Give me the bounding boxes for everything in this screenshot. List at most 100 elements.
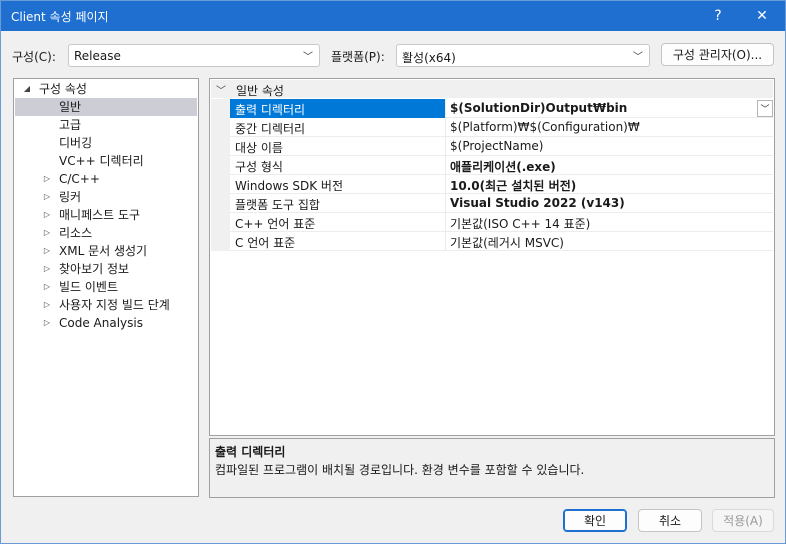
column-divider[interactable] — [445, 213, 446, 232]
tree-item-vc-directories[interactable]: VC++ 디렉터리 — [15, 152, 197, 170]
property-name: 대상 이름 — [235, 141, 283, 155]
collapsed-arrow-icon[interactable]: ▷ — [42, 314, 52, 332]
row-gutter — [211, 175, 230, 194]
column-divider[interactable] — [445, 137, 446, 156]
tree-item-resources[interactable]: ▷ 리소스 — [15, 224, 197, 242]
column-divider[interactable] — [445, 175, 446, 194]
help-button[interactable]: ? — [697, 1, 739, 31]
tree-item-code-analysis[interactable]: ▷ Code Analysis — [15, 314, 197, 332]
property-grid: ﹀ 일반 속성 출력 디렉터리 $(SolutionDir)Output₩bin… — [209, 78, 775, 436]
description-panel: 출력 디렉터리 컴파일된 프로그램이 배치될 경로입니다. 환경 변수를 포함할… — [209, 438, 775, 498]
tree-item-linker[interactable]: ▷ 링커 — [15, 188, 197, 206]
property-value[interactable]: 애플리케이션(.exe) — [450, 158, 556, 175]
tree-item-label: 일반 — [59, 100, 82, 114]
tree-item-build-events[interactable]: ▷ 빌드 이벤트 — [15, 278, 197, 296]
close-button[interactable]: ✕ — [741, 1, 783, 31]
chevron-down-icon: ﹀ — [303, 52, 313, 63]
platform-value: 활성(x64) — [402, 51, 456, 65]
tree-item-label: VC++ 디렉터리 — [59, 154, 144, 168]
window-title: Client 속성 페이지 — [11, 10, 109, 24]
apply-button[interactable]: 적용(A) — [712, 509, 774, 532]
config-label: 구성(C): — [12, 50, 56, 64]
property-value[interactable]: $(SolutionDir)Output₩bin — [450, 101, 627, 115]
description-title: 출력 디렉터리 — [215, 445, 286, 459]
collapsed-arrow-icon[interactable]: ▷ — [42, 188, 52, 206]
category-label: 일반 속성 — [236, 84, 284, 98]
tree-item-general[interactable]: 일반 — [15, 98, 197, 116]
row-gutter — [211, 194, 230, 213]
property-row[interactable]: 플랫폼 도구 집합 Visual Studio 2022 (v143) — [211, 194, 773, 213]
collapsed-arrow-icon[interactable]: ▷ — [42, 242, 52, 260]
row-gutter — [211, 232, 230, 251]
collapsed-arrow-icon[interactable]: ▷ — [42, 278, 52, 296]
tree-item-label: XML 문서 생성기 — [59, 244, 148, 258]
property-value[interactable]: $(Platform)₩$(Configuration)₩ — [450, 120, 640, 134]
tree-item-manifest-tool[interactable]: ▷ 매니페스트 도구 — [15, 206, 197, 224]
property-tree: ◢ 구성 속성 일반 고급 디버깅 VC++ 디렉터리 ▷ C/C++ ▷ 링커… — [13, 78, 199, 497]
row-gutter — [211, 118, 230, 137]
platform-combo[interactable]: 활성(x64) ﹀ — [396, 44, 650, 67]
collapsed-arrow-icon[interactable]: ▷ — [42, 296, 52, 314]
row-gutter — [211, 213, 230, 232]
collapsed-arrow-icon[interactable]: ▷ — [42, 170, 52, 188]
config-manager-button[interactable]: 구성 관리자(O)... — [661, 43, 774, 66]
config-combo[interactable]: Release ﹀ — [68, 44, 320, 67]
property-row[interactable]: Windows SDK 버전 10.0(최근 설치된 버전) — [211, 175, 773, 194]
ok-button[interactable]: 확인 — [563, 509, 627, 532]
cancel-button[interactable]: 취소 — [638, 509, 702, 532]
property-row[interactable]: 대상 이름 $(ProjectName) — [211, 137, 773, 156]
dialog-window: Client 속성 페이지 ? ✕ 구성(C): Release ﹀ 플랫폼(P… — [0, 0, 786, 544]
tree-item-custom-build-step[interactable]: ▷ 사용자 지정 빌드 단계 — [15, 296, 197, 314]
platform-label: 플랫폼(P): — [331, 50, 385, 64]
column-divider[interactable] — [445, 194, 446, 213]
tree-item-label: 사용자 지정 빌드 단계 — [59, 298, 170, 312]
property-value[interactable]: $(ProjectName) — [450, 139, 543, 153]
dropdown-button[interactable]: ﹀ — [757, 100, 773, 117]
property-name: 중간 디렉터리 — [235, 122, 306, 136]
tree-item-browse-info[interactable]: ▷ 찾아보기 정보 — [15, 260, 197, 278]
title-bar: Client 속성 페이지 ? ✕ — [1, 1, 785, 31]
row-gutter — [211, 156, 230, 175]
column-divider[interactable] — [445, 118, 446, 137]
tree-item-label: 찾아보기 정보 — [59, 262, 130, 276]
tree-item-cpp[interactable]: ▷ C/C++ — [15, 170, 197, 188]
property-value[interactable]: Visual Studio 2022 (v143) — [450, 196, 625, 210]
tree-item-xml-doc-generator[interactable]: ▷ XML 문서 생성기 — [15, 242, 197, 260]
property-value[interactable]: 기본값(ISO C++ 14 표준) — [450, 215, 590, 232]
property-value[interactable]: 기본값(레거시 MSVC) — [450, 234, 564, 251]
collapsed-arrow-icon[interactable]: ▷ — [42, 206, 52, 224]
collapsed-arrow-icon[interactable]: ▷ — [42, 224, 52, 242]
property-row[interactable]: 구성 형식 애플리케이션(.exe) — [211, 156, 773, 175]
column-divider[interactable] — [445, 156, 446, 175]
property-name: 출력 디렉터리 — [235, 103, 306, 117]
property-row[interactable]: 출력 디렉터리 $(SolutionDir)Output₩bin ﹀ — [211, 99, 773, 118]
row-gutter — [211, 99, 230, 118]
tree-item-advanced[interactable]: 고급 — [15, 116, 197, 134]
tree-item-label: 디버깅 — [59, 136, 93, 150]
column-divider[interactable] — [445, 232, 446, 251]
tree-item-label: C/C++ — [59, 172, 100, 186]
expanded-arrow-icon[interactable]: ◢ — [22, 80, 32, 98]
property-name: C++ 언어 표준 — [235, 217, 316, 231]
property-value[interactable]: 10.0(최근 설치된 버전) — [450, 177, 576, 194]
collapsed-arrow-icon[interactable]: ▷ — [42, 260, 52, 278]
tree-item-label: 링커 — [59, 190, 82, 204]
column-divider[interactable] — [445, 99, 446, 118]
property-row[interactable]: C++ 언어 표준 기본값(ISO C++ 14 표준) — [211, 213, 773, 232]
chevron-down-icon: ﹀ — [633, 52, 643, 63]
tree-item-debugging[interactable]: 디버깅 — [15, 134, 197, 152]
tree-item-label: 매니페스트 도구 — [59, 208, 141, 222]
chevron-down-icon: ﹀ — [760, 105, 770, 115]
tree-item-label: Code Analysis — [59, 316, 143, 330]
tree-item-label: 리소스 — [59, 226, 93, 240]
tree-item-label: 고급 — [59, 118, 82, 132]
description-text: 컴파일된 프로그램이 배치될 경로입니다. 환경 변수를 포함할 수 있습니다. — [215, 463, 585, 477]
property-row[interactable]: C 언어 표준 기본값(레거시 MSVC) — [211, 232, 773, 251]
category-general[interactable]: ﹀ 일반 속성 — [211, 80, 773, 98]
tree-item-label: 구성 속성 — [39, 82, 87, 96]
config-value: Release — [74, 49, 121, 63]
chevron-down-icon[interactable]: ﹀ — [216, 82, 226, 97]
property-name: C 언어 표준 — [235, 236, 296, 250]
tree-item-config-props[interactable]: ◢ 구성 속성 — [15, 80, 197, 98]
property-row[interactable]: 중간 디렉터리 $(Platform)₩$(Configuration)₩ — [211, 118, 773, 137]
